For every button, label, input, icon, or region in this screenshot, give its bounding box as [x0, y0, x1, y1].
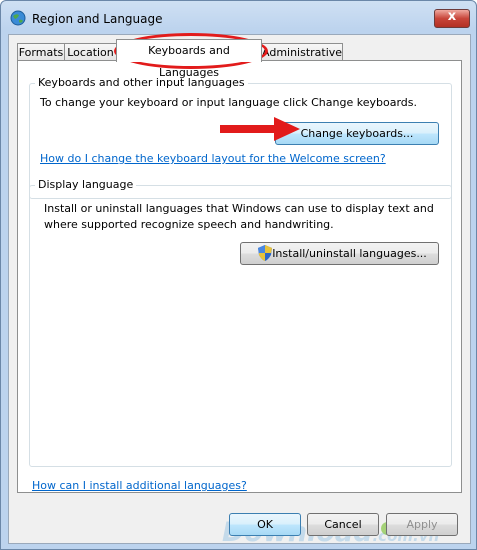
- dialog-client: Formats Location Keyboards and Languages…: [8, 34, 471, 548]
- keyboards-description: To change your keyboard or input languag…: [40, 96, 417, 109]
- install-button-label: Install/uninstall languages...: [272, 247, 427, 260]
- uac-shield-icon: [258, 245, 272, 261]
- pointer-arrow-icon: [220, 117, 300, 141]
- dialog-window: Region and Language x Formats Location K…: [0, 0, 477, 550]
- display-description-line2: where supported recognize speech and han…: [44, 218, 334, 231]
- close-button[interactable]: x: [434, 9, 470, 28]
- close-icon: x: [447, 9, 457, 24]
- display-language-title: Display language: [35, 178, 137, 191]
- apply-button[interactable]: Apply: [386, 513, 458, 536]
- install-uninstall-languages-button[interactable]: Install/uninstall languages...: [240, 242, 439, 265]
- display-language-group: Display language Install or uninstall la…: [29, 178, 452, 467]
- welcome-screen-help-link[interactable]: How do I change the keyboard layout for …: [40, 152, 386, 165]
- cancel-button[interactable]: Cancel: [307, 513, 379, 536]
- tab-keyboards-and-languages[interactable]: Keyboards and Languages: [116, 39, 262, 79]
- title-bar: Region and Language x: [1, 1, 476, 35]
- additional-languages-link[interactable]: How can I install additional languages?: [32, 479, 247, 492]
- ok-button[interactable]: OK: [229, 513, 301, 536]
- window-title: Region and Language: [32, 12, 163, 26]
- globe-icon: [10, 10, 26, 26]
- display-description-line1: Install or uninstall languages that Wind…: [44, 202, 434, 215]
